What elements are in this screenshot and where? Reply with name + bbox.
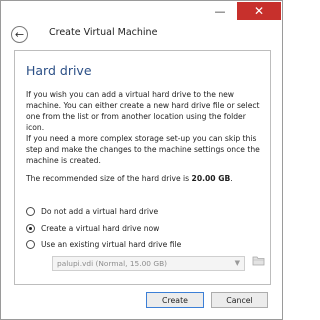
hard-drive-panel: Hard drive If you wish you can add a vir…: [14, 50, 271, 285]
create-button[interactable]: Create: [146, 292, 204, 308]
radio-label-create: Create a virtual hard drive now: [41, 223, 160, 233]
create-vm-dialog: — ✕ ← Create Virtual Machine Hard drive …: [0, 0, 283, 320]
existing-drive-value: palupi.vdi (Normal, 15.00 GB): [57, 259, 168, 268]
back-arrow-icon[interactable]: ←: [11, 26, 28, 43]
recommended-size-text: The recommended size of the hard drive i…: [26, 173, 264, 184]
radio-button-existing[interactable]: [26, 239, 35, 249]
recommended-size-value: 20.00 GB: [191, 174, 231, 183]
minimize-icon[interactable]: —: [208, 6, 232, 19]
radio-button-none[interactable]: [26, 206, 35, 216]
dialog-title: Create Virtual Machine: [49, 27, 158, 38]
chevron-down-icon: ▼: [234, 259, 240, 267]
cancel-button[interactable]: Cancel: [211, 292, 268, 308]
radio-option-create[interactable]: Create a virtual hard drive now: [26, 222, 159, 234]
recommended-suffix: .: [230, 174, 233, 183]
close-icon[interactable]: ✕: [237, 2, 281, 20]
title-bar: — ✕: [1, 1, 282, 23]
description-paragraph-2: If you need a more complex storage set-u…: [26, 134, 260, 165]
radio-option-none[interactable]: Do not add a virtual hard drive: [26, 205, 158, 217]
radio-label-none: Do not add a virtual hard drive: [41, 206, 159, 216]
folder-icon[interactable]: [251, 255, 266, 270]
existing-drive-select[interactable]: palupi.vdi (Normal, 15.00 GB) ▼: [52, 256, 245, 271]
radio-option-existing[interactable]: Use an existing virtual hard drive file: [26, 238, 181, 250]
section-title: Hard drive: [26, 63, 92, 78]
radio-button-create[interactable]: [26, 223, 35, 233]
radio-label-existing: Use an existing virtual hard drive file: [41, 239, 182, 249]
description-paragraph-1: If you wish you can add a virtual hard d…: [26, 90, 260, 132]
recommended-prefix: The recommended size of the hard drive i…: [26, 174, 192, 183]
wizard-header: ← Create Virtual Machine: [1, 23, 282, 47]
